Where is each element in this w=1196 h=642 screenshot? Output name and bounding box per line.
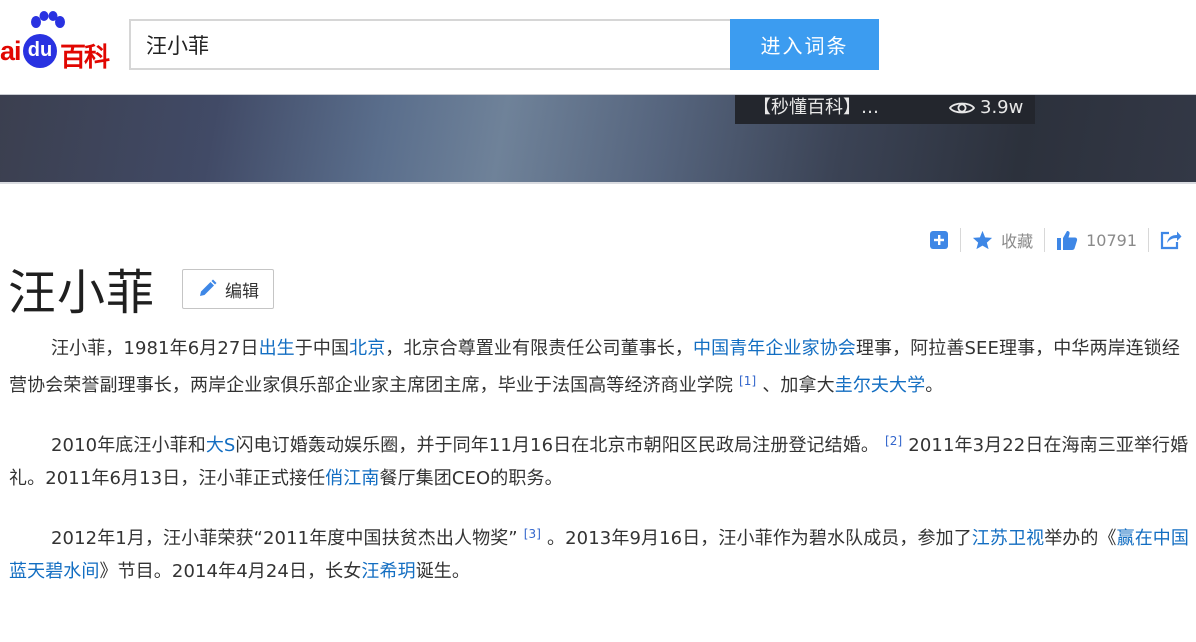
share-button[interactable] (1160, 230, 1196, 250)
logo-baike-text: 百科 (60, 43, 110, 73)
pencil-icon (200, 279, 217, 296)
toolbar-divider (960, 228, 962, 252)
text-run: 餐厅集团CEO的职务。 (379, 468, 563, 489)
link-youth-entrepreneurs-association[interactable]: 中国青年企业家协会 (693, 338, 856, 359)
add-tool[interactable] (929, 230, 949, 250)
text-run: 、加拿大 (762, 375, 835, 396)
text-run: 》节目。2014年4月24日，长女 (99, 561, 362, 582)
link-big-s[interactable]: 大S (206, 435, 236, 456)
header: ai du 百科 进入词条 (0, 0, 1196, 94)
summary-paragraph: 汪小菲，1981年6月27日出生于中国北京，北京合尊置业有限责任公司董事长，中国… (9, 332, 1196, 402)
like-button[interactable]: 10791 (1056, 230, 1137, 251)
like-count: 10791 (1086, 230, 1137, 250)
toolbar-divider (1044, 228, 1046, 252)
link-qiao-jiang-nan[interactable]: 俏江南 (325, 468, 379, 489)
text-run: 2012年1月，汪小菲荣获“2011年度中国扶贫杰出人物奖” (51, 528, 518, 549)
video-caption[interactable]: 【秒懂百科】… 3.9w (735, 95, 1035, 124)
enter-entry-button[interactable]: 进入词条 (730, 19, 879, 70)
entry-toolbar: 收藏 10791 (929, 224, 1196, 256)
logo-du-text: du (23, 34, 57, 68)
text-run: 举办的《 (1044, 528, 1117, 549)
reference-2[interactable]: [2] (879, 434, 908, 448)
edit-button[interactable]: 编辑 (182, 269, 274, 309)
toolbar-divider (1148, 228, 1149, 252)
text-run: 闪电订婚轰动娱乐圈，并于同年11月16日在北京市朝阳区民政局注册登记结婚。 (235, 435, 879, 456)
link-jiangsu-tv[interactable]: 江苏卫视 (972, 528, 1044, 549)
entry-title: 汪小菲 (8, 265, 156, 321)
share-icon (1160, 231, 1182, 250)
text-run: 汪小菲，1981年6月27日 (51, 338, 259, 359)
video-banner[interactable]: 【秒懂百科】… 3.9w (0, 94, 1196, 184)
eye-icon (949, 102, 975, 114)
entry-summary: 汪小菲，1981年6月27日出生于中国北京，北京合尊置业有限责任公司董事长，中国… (9, 332, 1196, 611)
add-icon (930, 231, 949, 249)
collect-label: 收藏 (1001, 232, 1034, 251)
link-guelph-university[interactable]: 圭尔夫大学 (835, 375, 926, 396)
video-title: 【秒懂百科】… (753, 97, 879, 118)
reference-1[interactable]: [1] (733, 374, 762, 388)
thumb-up-icon (1057, 230, 1078, 250)
paw-icon (31, 11, 65, 28)
text-run: 于中国 (294, 338, 350, 359)
baike-page: ai du 百科 进入词条 【秒懂百科】… 3.9w (0, 0, 1196, 642)
text-run: 2010年底汪小菲和 (51, 435, 206, 456)
text-run: 。2013年9月16日，汪小菲作为碧水队成员，参加了 (547, 528, 972, 549)
search-input[interactable] (131, 21, 731, 68)
summary-paragraph: 2010年底汪小菲和大S闪电订婚轰动娱乐圈，并于同年11月16日在北京市朝阳区民… (9, 425, 1196, 495)
star-icon (973, 230, 993, 250)
collect-button[interactable]: 收藏 (972, 228, 1033, 252)
search-box (129, 19, 731, 70)
link-beijing[interactable]: 北京 (349, 338, 385, 359)
link-birth[interactable]: 出生 (259, 338, 295, 359)
baidu-baike-logo[interactable]: ai du 百科 (0, 10, 120, 73)
edit-label: 编辑 (225, 281, 259, 302)
text-run: 诞生。 (415, 561, 470, 582)
text-run: 。 (925, 375, 944, 396)
video-views: 3.9w (949, 95, 1023, 121)
link-wang-xi-yue[interactable]: 汪希玥 (361, 561, 415, 582)
video-views-count: 3.9w (980, 97, 1024, 118)
summary-paragraph: 2012年1月，汪小菲荣获“2011年度中国扶贫杰出人物奖” [3] 。2013年9… (9, 518, 1196, 588)
reference-3[interactable]: [3] (518, 527, 547, 541)
text-run: ，北京合尊置业有限责任公司董事长， (385, 338, 693, 359)
logo-ai-text: ai (0, 36, 22, 66)
